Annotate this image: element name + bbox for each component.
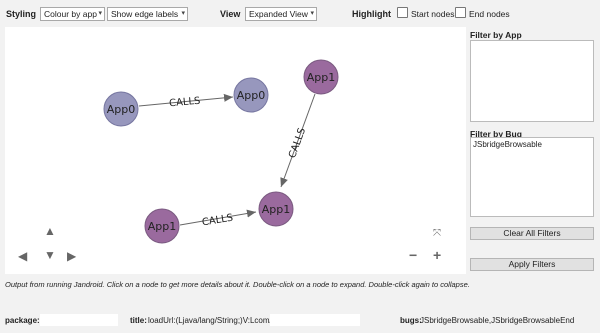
chevron-down-icon: ▾ [181,10,185,17]
node-label: App0 [237,89,266,102]
title-field [270,314,360,326]
pan-right-icon[interactable]: ▶ [67,250,76,262]
clear-filters-button[interactable]: Clear All Filters [470,227,594,240]
highlight-label: Highlight [352,9,391,19]
pan-left-icon[interactable]: ◀ [18,250,27,262]
bugs-label: bugs: [400,316,422,325]
edge-label-select[interactable]: Show edge labels ▾ [107,7,188,21]
edge-label: CALLS [169,96,201,110]
node-label: App1 [262,203,291,216]
package-field [40,314,118,326]
graph-edge[interactable]: CALLS [179,209,257,229]
info-text: Output from running Jandroid. Click on a… [5,280,470,289]
end-nodes-checkbox[interactable] [455,7,466,18]
title-label: title: [130,316,147,325]
graph-canvas[interactable]: CALLS CALLS CALLS App0 App0 App1 App1 Ap… [5,27,466,274]
graph-node[interactable]: App0 [233,77,269,113]
graph-edge[interactable]: CALLS [280,93,316,188]
colour-select[interactable]: Colour by app ▾ [40,7,105,21]
node-label: App0 [107,103,136,116]
graph-edge[interactable]: CALLS [138,93,234,110]
view-select[interactable]: Expanded View ▾ [245,7,317,21]
filter-by-app-title: Filter by App [470,30,522,40]
edge-label: CALLS [287,127,308,160]
bug-filter-list[interactable]: JSbridgeBrowsable [470,137,594,217]
edge-label: CALLS [201,213,234,229]
node-label: App1 [307,71,336,84]
zoom-in-icon[interactable]: + [433,248,441,262]
fit-view-icon[interactable]: ⤧ [433,228,441,240]
start-nodes-checkbox[interactable] [397,7,408,18]
start-nodes-label: Start nodes [411,9,455,19]
zoom-out-icon[interactable]: − [409,248,417,262]
view-label: View [220,9,241,19]
node-label: App1 [148,220,177,233]
chevron-down-icon: ▾ [310,10,314,17]
chevron-down-icon: ▾ [98,10,102,17]
bugs-value: JSbridgeBrowsable,JSbridgeBrowsableEnd [420,316,575,325]
graph-node[interactable]: App1 [303,59,339,95]
graph-node[interactable]: App0 [103,91,139,127]
end-nodes-label: End nodes [469,9,510,19]
package-label: package: [5,316,40,325]
pan-up-icon[interactable]: ▲ [44,225,56,237]
graph-node[interactable]: App1 [258,191,294,227]
bug-filter-item[interactable]: JSbridgeBrowsable [471,138,593,149]
graph-node[interactable]: App1 [144,208,180,244]
toolbar: Styling Colour by app ▾ Show edge labels ▾… [0,0,600,28]
app-filter-list[interactable] [470,40,594,122]
styling-label: Styling [6,9,37,19]
apply-filters-button[interactable]: Apply Filters [470,258,594,271]
pan-down-icon[interactable]: ▼ [44,249,56,261]
title-value: loadUrl:(Ljava/lang/String;)V:Lcom/ [148,316,272,325]
